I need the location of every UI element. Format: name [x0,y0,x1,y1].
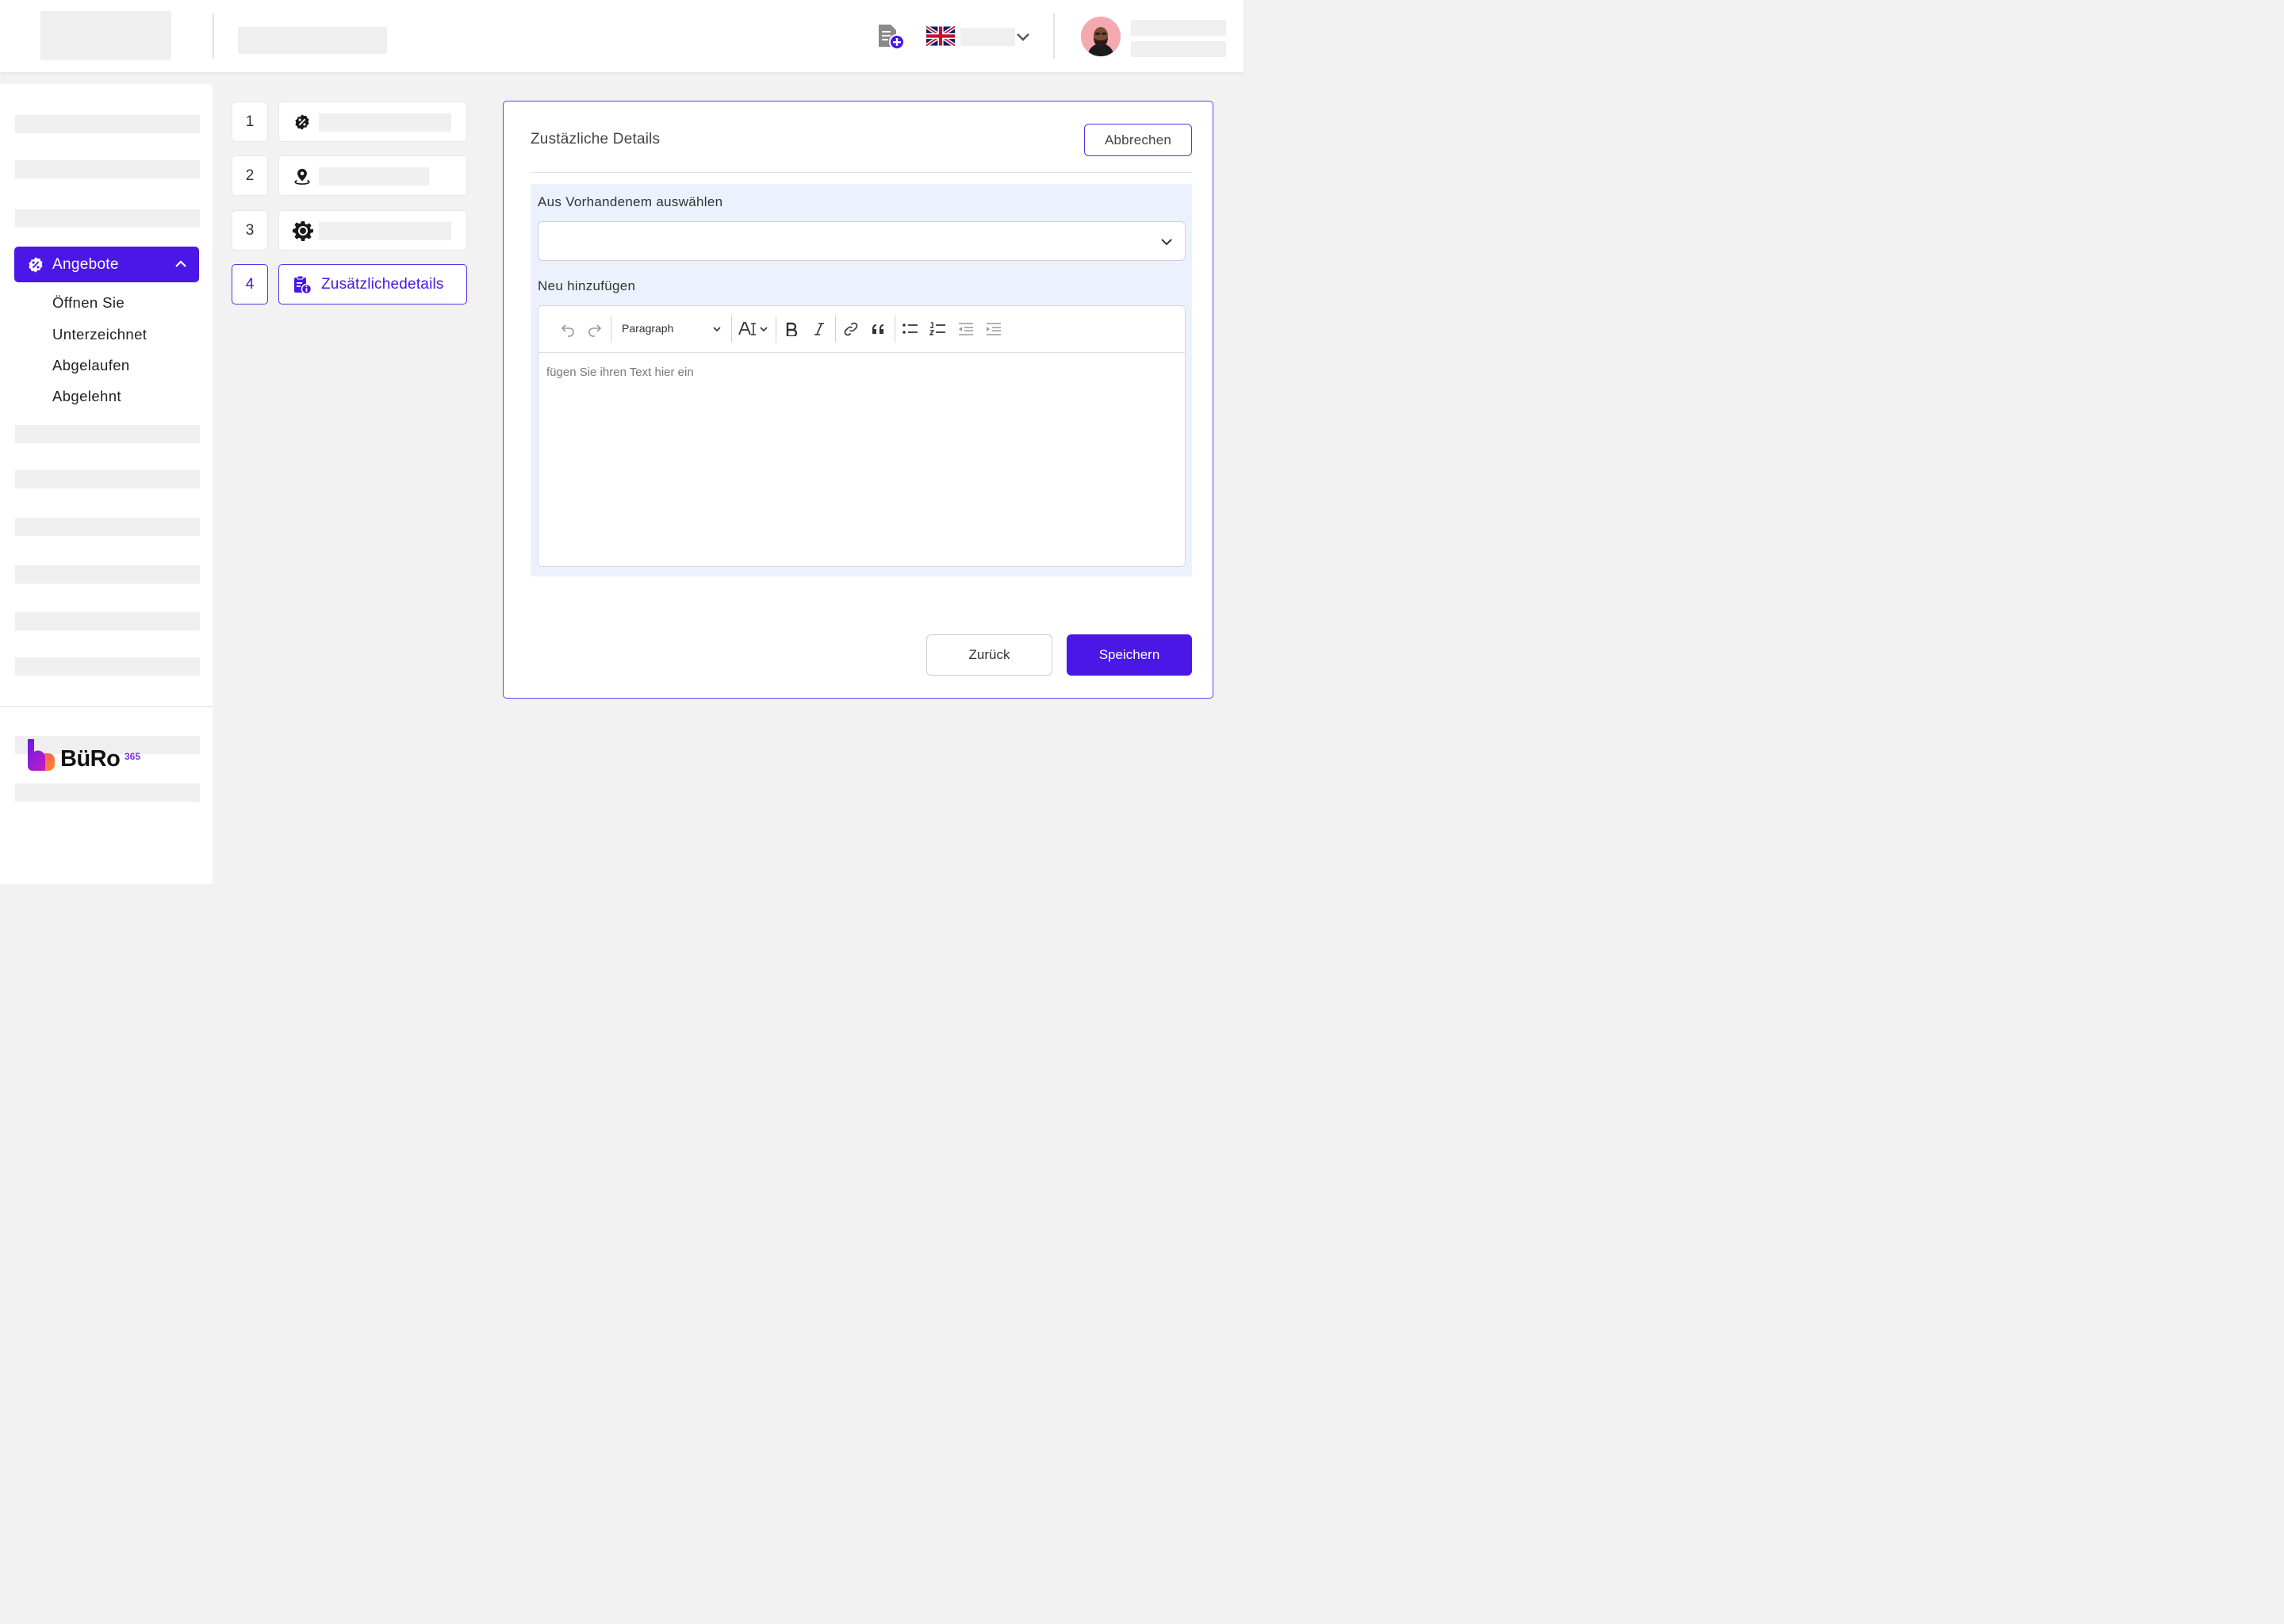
undo-icon[interactable] [558,319,578,339]
numbered-list-icon[interactable] [928,319,948,339]
gear-icon [293,220,313,241]
font-size-icon[interactable] [738,319,771,339]
block-format-select[interactable]: Paragraph [622,322,673,335]
map-pin-icon [293,167,311,185]
submenu-item-abgelehnt[interactable]: Abgelehnt [52,388,121,405]
step-2-number[interactable]: 2 [232,155,268,196]
sidebar-item-angebote[interactable]: Angebote [14,247,199,282]
step-label-placeholder [319,113,451,132]
language-name-placeholder[interactable] [960,28,1015,46]
add-new-label: Neu hinzufügen [538,278,636,293]
chevron-up-icon[interactable] [174,257,188,271]
step-3-number[interactable]: 3 [232,210,268,251]
editor-toolbar: Paragraph [538,306,1185,353]
step-number: 1 [245,113,255,130]
percent-badge-icon [293,113,311,131]
sidebar-item-placeholder[interactable] [15,518,200,536]
cancel-button[interactable]: Abbrechen [1084,124,1192,156]
step-number: 2 [245,167,255,184]
file-plus-icon[interactable] [876,23,905,52]
logo-placeholder [40,11,171,60]
additional-details-panel: Zustäzliche Details Abbrechen Aus Vorhan… [503,101,1213,699]
bold-icon[interactable] [781,319,802,339]
sidebar-item-placeholder[interactable] [15,612,200,630]
top-header [0,0,1244,72]
details-form-section: Aus Vorhandenem auswählen Neu hinzufügen… [531,184,1192,576]
select-existing-dropdown[interactable] [538,221,1186,261]
brand-logo-text: BüRo [60,746,121,772]
step-2-card[interactable] [278,155,467,196]
sidebar-divider [0,706,213,707]
page-title-placeholder [238,27,387,54]
sidebar-item-placeholder[interactable] [15,160,200,178]
step-1-card[interactable] [278,102,467,142]
step-label-placeholder [319,222,451,240]
link-icon[interactable] [841,319,861,339]
sidebar-item-placeholder[interactable] [15,565,200,584]
chevron-down-icon[interactable] [1014,28,1032,45]
bullet-list-icon[interactable] [900,319,921,339]
submenu-item-oeffnen[interactable]: Öffnen Sie [52,294,125,312]
user-name-placeholder [1131,20,1226,36]
avatar[interactable] [1081,17,1121,56]
step-number: 3 [245,221,255,239]
editor-placeholder[interactable]: fügen Sie ihren Text hier ein [546,366,694,379]
header-divider-right [1053,13,1055,59]
toolbar-separator [835,316,836,343]
toolbar-separator [731,316,732,343]
step-label-placeholder [319,167,429,186]
clipboard-info-icon [293,275,312,295]
step-number: 4 [245,275,255,293]
sidebar-item-placeholder[interactable] [15,470,200,488]
submenu-item-abgelaufen[interactable]: Abgelaufen [52,357,130,374]
user-role-placeholder [1131,41,1226,57]
sidebar-item-placeholder[interactable] [15,209,200,228]
chevron-down-icon[interactable] [711,324,722,335]
indent-icon[interactable] [983,319,1004,339]
brand-logo-sup: 365 [125,751,141,762]
sidebar-item-placeholder[interactable] [15,115,200,133]
panel-divider [531,172,1192,173]
sidebar-item-placeholder[interactable] [15,783,200,802]
redo-icon[interactable] [584,319,605,339]
select-existing-label: Aus Vorhandenem auswählen [538,194,723,209]
sidebar-item-label: Angebote [52,255,119,273]
uk-flag-icon[interactable] [925,25,956,48]
sidebar-item-placeholder[interactable] [15,425,200,443]
italic-icon[interactable] [809,319,830,339]
outdent-icon[interactable] [956,319,976,339]
submenu-item-unterzeichnet[interactable]: Unterzeichnet [52,326,147,343]
percent-badge-icon [27,256,44,274]
step-1-number[interactable]: 1 [232,102,268,142]
panel-title: Zustäzliche Details [531,131,661,147]
save-button[interactable]: Speichern [1067,634,1192,676]
step-4-number[interactable]: 4 [232,264,268,304]
blockquote-icon[interactable] [868,319,889,339]
rich-text-editor[interactable]: Paragraph fügen Sie ihren Text hier ein [538,305,1186,567]
step-3-card[interactable] [278,210,467,251]
header-divider [213,13,214,59]
step-4-card[interactable]: Zusätzlichedetails [278,264,467,304]
sidebar-item-placeholder[interactable] [15,657,200,676]
back-button[interactable]: Zurück [926,634,1052,676]
chevron-down-icon [1159,235,1174,249]
step-label: Zusätzlichedetails [321,276,444,293]
